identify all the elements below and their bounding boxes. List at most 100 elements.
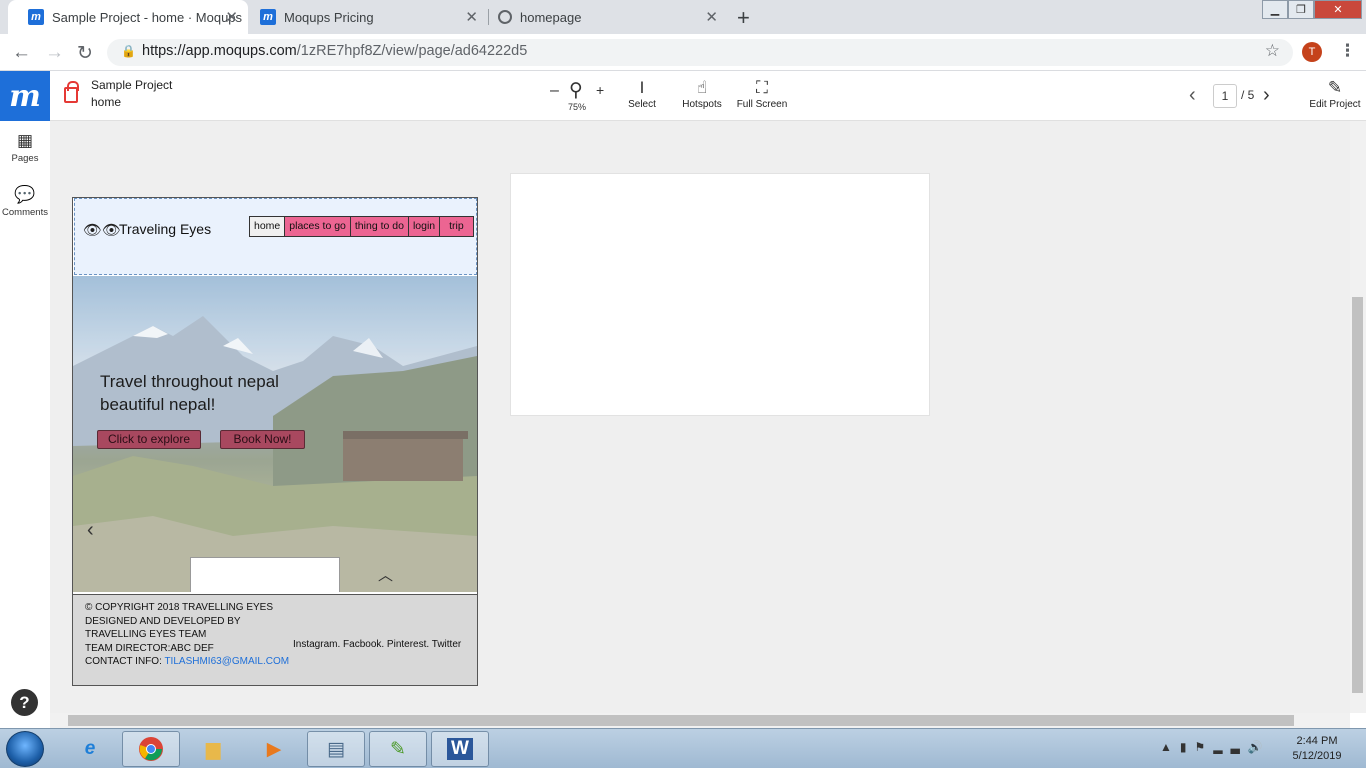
left-sidebar: ▦ Pages 💬 Comments ?	[0, 121, 50, 728]
bookmark-star-icon[interactable]: ☆	[1265, 41, 1280, 61]
media-player-icon[interactable]: ▶	[245, 731, 303, 767]
notepad-icon[interactable]: ✎	[369, 731, 427, 767]
mockup-header[interactable]: 👁👁 Traveling Eyes home places to go thin…	[74, 198, 477, 275]
zoom-icon[interactable]: ⚲	[569, 79, 583, 102]
nav-things[interactable]: thing to do	[349, 217, 408, 236]
blank-page-preview[interactable]	[510, 173, 930, 416]
hotspots-label: Hotspots	[682, 99, 722, 110]
footer-copyright: © COPYRIGHT 2018 TRAVELLING EYES	[85, 602, 273, 613]
footer-team: TRAVELLING EYES TEAM	[85, 629, 207, 640]
tab-title: Sample Project - home · Moqups	[52, 9, 243, 25]
eyes-logo-icon: 👁👁	[83, 222, 122, 239]
mockup-nav: home places to go thing to do login trip	[249, 216, 474, 237]
pencil-icon: ✎	[1327, 78, 1343, 97]
restore-button[interactable]: ❐	[1288, 0, 1314, 19]
mockup-page: 👁👁 Traveling Eyes home places to go thin…	[72, 197, 478, 686]
close-icon[interactable]: ✕	[705, 8, 718, 26]
browser-toolbar: ← → ↻ 🔒 https://app.moqups.com/1zRE7hpf8…	[0, 34, 1366, 71]
tab-homepage[interactable]: homepage ✕	[478, 0, 728, 34]
hero-heading-line1: Travel throughout nepal	[100, 372, 279, 391]
help-button[interactable]: ?	[11, 689, 38, 716]
minimize-button[interactable]: ▁	[1262, 0, 1288, 19]
horizontal-scroll-thumb[interactable]	[68, 715, 1294, 726]
hero-heading-line2: beautiful nepal!	[100, 395, 216, 414]
close-icon[interactable]: ✕	[225, 8, 238, 26]
mockup-brand: Traveling Eyes	[119, 221, 212, 237]
fullscreen-icon: ⛶	[756, 78, 768, 97]
project-name: Sample Project	[91, 78, 173, 92]
hero-image: Travel throughout nepal beautiful nepal!…	[73, 276, 477, 592]
screenshot-app-icon[interactable]: ▤	[307, 731, 365, 767]
previous-page-button[interactable]: ‹	[1189, 84, 1196, 107]
zoom-out-button[interactable]: –	[550, 82, 559, 100]
reload-icon[interactable]: ↻	[77, 42, 93, 65]
footer-contact: CONTACT INFO: TILASHMI63@GMAIL.COM	[85, 656, 289, 667]
address-bar[interactable]: 🔒 https://app.moqups.com/1zRE7hpf8Z/view…	[107, 39, 1293, 66]
internet-explorer-icon[interactable]: e	[61, 731, 119, 767]
page-total: / 5	[1241, 88, 1255, 102]
close-icon[interactable]: ✕	[465, 8, 478, 26]
lock-icon	[64, 81, 79, 103]
file-explorer-icon[interactable]: ▆	[184, 731, 242, 767]
zoom-in-button[interactable]: +	[596, 82, 604, 98]
browser-menu-icon[interactable]: ⋮	[1339, 41, 1356, 61]
chrome-icon[interactable]	[122, 731, 180, 767]
fullscreen-button[interactable]: ⛶ Full Screen	[734, 77, 790, 110]
back-icon[interactable]: ←	[12, 42, 31, 64]
moqups-icon: m	[260, 9, 276, 25]
video-player[interactable]: ▶ 🔊 ⛶	[190, 557, 340, 592]
lock-icon[interactable]: 🔒	[121, 44, 136, 58]
nav-places[interactable]: places to go	[284, 217, 350, 236]
edit-project-button[interactable]: ✎ Edit Project	[1306, 77, 1364, 110]
windows-taskbar: e ▆ ▶ ▤ ✎ W ▲▮⚑▂▃🔊 2:44 PM 5/12/2019	[0, 728, 1366, 768]
book-now-button[interactable]: Book Now!	[220, 430, 305, 449]
contact-label: CONTACT INFO:	[85, 656, 165, 667]
pages-label: Pages	[11, 153, 39, 164]
hand-pointer-icon: ☝	[696, 78, 708, 97]
window-close-button[interactable]: ✕	[1314, 0, 1362, 19]
edit-project-label: Edit Project	[1309, 99, 1361, 110]
tab-moqups-project[interactable]: m Sample Project - home · Moqups ✕	[8, 0, 248, 34]
word-icon[interactable]: W	[431, 731, 489, 767]
select-tool-button[interactable]: I Select	[622, 77, 662, 110]
footer-designed-by: DESIGNED AND DEVELOPED BY	[85, 616, 241, 627]
next-page-button[interactable]: ›	[1263, 84, 1270, 107]
moqups-logo[interactable]: m	[0, 71, 50, 121]
globe-icon	[498, 10, 512, 24]
app-header: m Sample Project home – ⚲ + 75% I Select…	[0, 71, 1366, 121]
new-tab-button[interactable]: +	[737, 5, 750, 31]
nav-login[interactable]: login	[407, 217, 440, 236]
chevron-left-icon[interactable]: ‹	[87, 519, 94, 542]
explore-button[interactable]: Click to explore	[97, 430, 201, 449]
taskbar-clock[interactable]: 2:44 PM 5/12/2019	[1282, 734, 1352, 764]
hotspots-button[interactable]: ☝ Hotspots	[678, 77, 726, 110]
system-tray-icons[interactable]: ▲▮⚑▂▃🔊	[1160, 740, 1271, 754]
pages-icon: ▦	[16, 131, 34, 150]
select-label: Select	[628, 99, 656, 110]
mockup-footer: © COPYRIGHT 2018 TRAVELLING EYES DESIGNE…	[73, 594, 477, 685]
profile-avatar[interactable]: T	[1302, 42, 1322, 62]
forward-icon[interactable]: →	[45, 42, 64, 64]
clock-date: 5/12/2019	[1292, 750, 1342, 762]
chevron-up-icon[interactable]: ︿	[378, 564, 393, 585]
nav-home[interactable]: home	[250, 217, 285, 236]
url-text: https://app.moqups.com/1zRE7hpf8Z/view/p…	[142, 43, 527, 59]
sidebar-item-pages[interactable]: ▦ Pages	[0, 131, 50, 164]
url-path: /1zRE7hpf8Z/view/page/ad64222d5	[296, 43, 528, 59]
clock-time: 2:44 PM	[1296, 735, 1338, 747]
comment-icon: 💬	[14, 185, 36, 204]
page-number-input[interactable]: 1	[1213, 84, 1237, 108]
vertical-scroll-thumb[interactable]	[1352, 297, 1363, 693]
footer-director: TEAM DIRECTOR:ABC DEF	[85, 643, 214, 654]
contact-email-link[interactable]: TILASHMI63@GMAIL.COM	[164, 656, 289, 667]
url-host: https://app.moqups.com	[142, 43, 297, 59]
footer-social-links[interactable]: Instagram. Facbook. Pinterest. Twitter	[293, 639, 461, 650]
start-button[interactable]	[6, 731, 44, 767]
tab-title: homepage	[520, 9, 582, 25]
text-cursor-icon: I	[639, 78, 645, 97]
sidebar-item-comments[interactable]: 💬 Comments	[0, 185, 50, 218]
page-name: home	[91, 95, 122, 109]
tab-moqups-pricing[interactable]: m Moqups Pricing ✕	[240, 0, 488, 34]
comments-label: Comments	[2, 207, 48, 218]
nav-trip[interactable]: trip	[439, 217, 473, 236]
